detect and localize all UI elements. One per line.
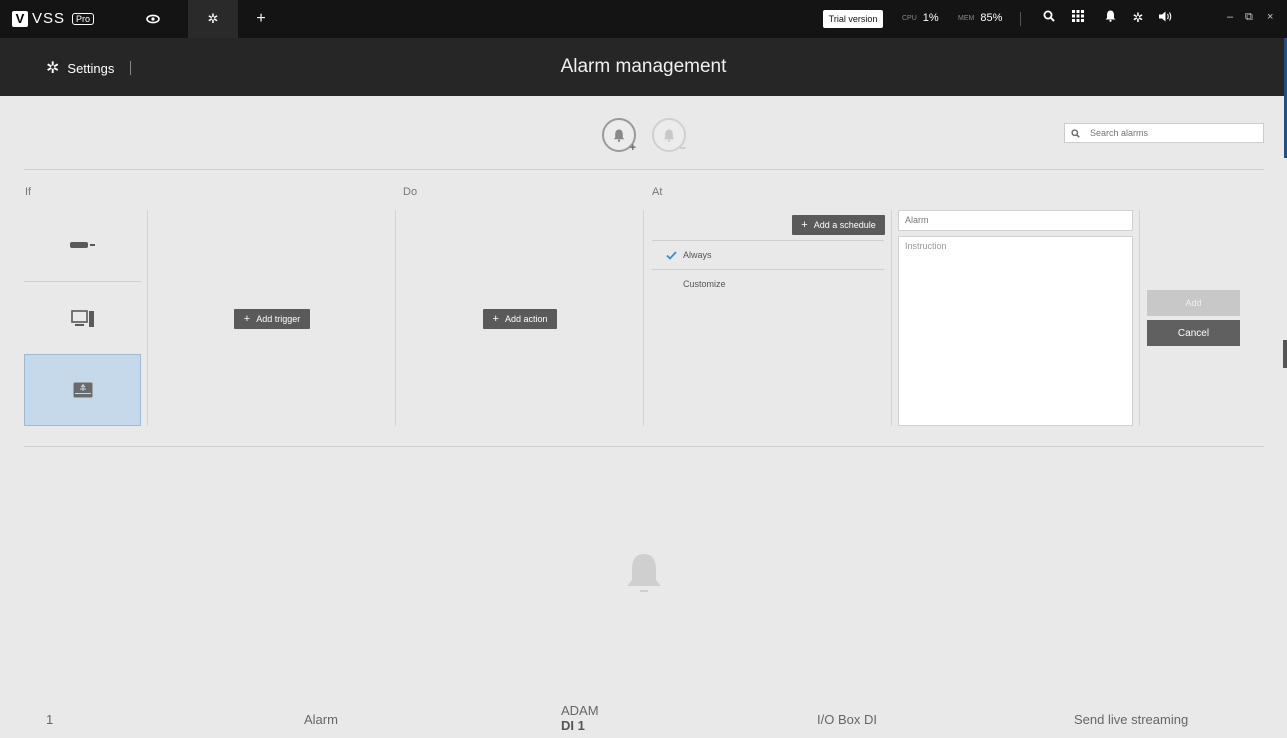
app-logo: V VSS Pro	[12, 10, 95, 27]
add-action-button[interactable]: + Add action	[483, 309, 557, 329]
trial-badge[interactable]: Trial version	[823, 10, 883, 28]
divider	[24, 281, 141, 282]
camera-icon	[69, 242, 95, 248]
grid-icon[interactable]	[1069, 10, 1087, 25]
add-trigger-label: Add trigger	[256, 314, 301, 324]
plus-icon: +	[629, 142, 636, 154]
mem-label: MEM	[958, 14, 975, 22]
side-marker	[1283, 340, 1287, 368]
logo-badge: Pro	[72, 12, 95, 25]
divider	[395, 210, 396, 426]
title-bar: V VSS Pro ✲ + Trial version CPU 1% MEM 8…	[0, 0, 1287, 38]
gear-icon[interactable]: ✲	[1129, 10, 1147, 26]
row-source-port: DI 1	[561, 718, 585, 733]
row-name: Alarm	[304, 712, 338, 727]
check-icon	[666, 250, 677, 260]
add-schedule-button[interactable]: + Add a schedule	[792, 215, 885, 235]
instruction-placeholder: Instruction	[905, 241, 947, 251]
divider	[643, 210, 644, 426]
search-input[interactable]	[1090, 128, 1250, 138]
plus-icon: +	[492, 313, 499, 325]
source-system[interactable]	[24, 284, 141, 354]
schedule-customize[interactable]: Customize	[652, 270, 884, 298]
search-box[interactable]	[1064, 123, 1264, 143]
plus-icon: +	[256, 10, 266, 27]
close-button[interactable]: ×	[1267, 11, 1273, 23]
divider	[1020, 12, 1021, 26]
cancel-button[interactable]: Cancel	[1147, 320, 1240, 346]
divider	[1139, 210, 1140, 426]
empty-bell-icon	[627, 554, 661, 592]
bell-icon[interactable]	[1101, 10, 1119, 25]
divider	[24, 446, 1264, 447]
tab-add[interactable]: +	[236, 0, 286, 38]
plus-icon: +	[801, 219, 808, 231]
search-icon[interactable]	[1040, 10, 1058, 25]
divider	[24, 169, 1264, 170]
add-action-label: Add action	[504, 314, 548, 324]
mem-value: 85%	[980, 12, 1003, 24]
tab-settings[interactable]: ✲	[188, 0, 238, 38]
schedule-always-label: Always	[683, 250, 712, 260]
column-do: Do	[403, 186, 418, 198]
minus-icon: –	[679, 142, 686, 154]
cpu-stat: CPU 1%	[902, 12, 939, 24]
search-icon	[1071, 128, 1080, 138]
row-type: I/O Box DI	[817, 712, 877, 727]
row-index: 1	[46, 712, 54, 727]
page-header: ✲ Settings Alarm management	[0, 38, 1287, 96]
divider	[147, 210, 148, 426]
logo-text: VSS	[32, 10, 66, 27]
plus-icon: +	[243, 313, 251, 325]
computer-icon	[70, 310, 94, 327]
schedule-customize-label: Customize	[683, 279, 726, 289]
page-title: Alarm management	[560, 56, 727, 77]
instruction-field[interactable]: Instruction	[898, 236, 1133, 426]
cpu-value: 1%	[922, 12, 939, 24]
add-schedule-label: Add a schedule	[813, 220, 876, 230]
source-camera[interactable]	[24, 210, 141, 280]
delete-alarm-button[interactable]: –	[652, 118, 686, 154]
add-alarm-button[interactable]: +	[602, 118, 636, 154]
source-io-box[interactable]	[24, 354, 141, 426]
restore-button[interactable]: ⧉	[1245, 11, 1253, 24]
cpu-label: CPU	[902, 14, 917, 22]
alarm-name-field[interactable]: Alarm	[898, 210, 1133, 231]
row-source-device: ADAM	[561, 703, 599, 718]
bell-icon	[663, 129, 675, 142]
tab-liveview[interactable]	[128, 0, 178, 38]
column-at: At	[652, 186, 663, 198]
add-trigger-button[interactable]: + Add trigger	[234, 309, 310, 329]
alarm-name-value: Alarm	[905, 215, 929, 225]
bell-icon	[613, 129, 625, 142]
divider	[891, 210, 892, 426]
minimize-button[interactable]: –	[1227, 11, 1233, 23]
add-button[interactable]: Add	[1147, 290, 1240, 316]
io-box-icon	[73, 382, 92, 398]
row-action: Send live streaming	[1074, 712, 1189, 727]
schedule-always[interactable]: Always	[652, 241, 884, 269]
speaker-icon[interactable]	[1157, 10, 1175, 25]
column-if: If	[25, 186, 32, 198]
logo-mark: V	[12, 10, 28, 27]
mem-stat: MEM 85%	[958, 12, 1002, 24]
gear-icon: ✲	[207, 11, 219, 26]
eye-icon	[146, 14, 160, 24]
row-source: ADAM DI 1	[561, 703, 599, 733]
